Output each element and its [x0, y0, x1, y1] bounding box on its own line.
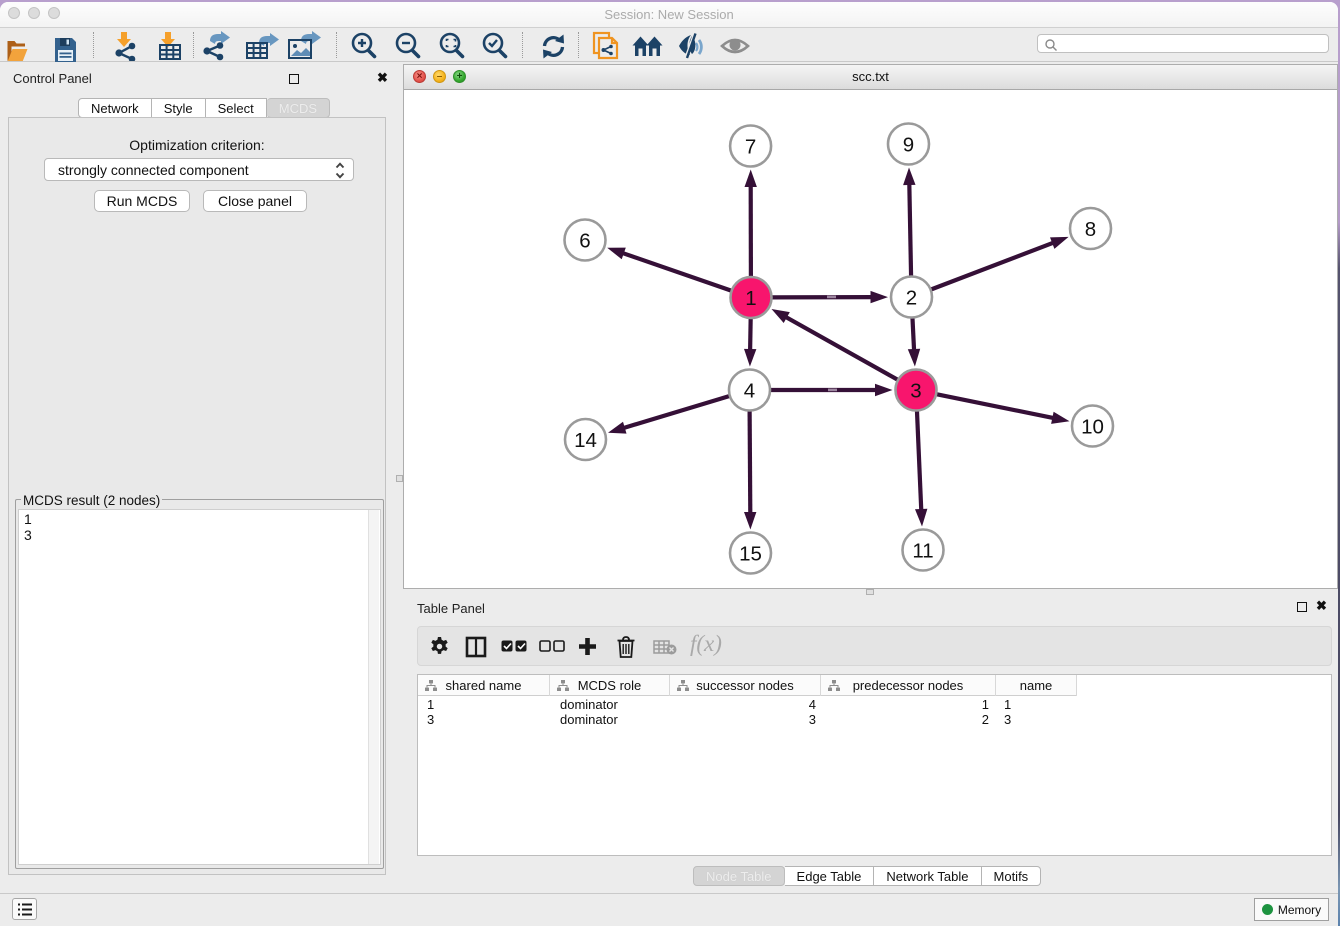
svg-text:4: 4 [744, 380, 755, 403]
svg-text:7: 7 [745, 136, 756, 159]
svg-text:6: 6 [579, 230, 590, 253]
svg-text:11: 11 [912, 540, 933, 563]
svg-text:14: 14 [574, 429, 597, 452]
svg-text:15: 15 [739, 543, 762, 566]
svg-text:2: 2 [906, 287, 917, 310]
svg-text:8: 8 [1085, 218, 1096, 241]
svg-text:9: 9 [903, 134, 914, 157]
svg-text:3: 3 [910, 380, 921, 403]
svg-text:1: 1 [745, 287, 756, 310]
svg-text:10: 10 [1081, 416, 1104, 439]
